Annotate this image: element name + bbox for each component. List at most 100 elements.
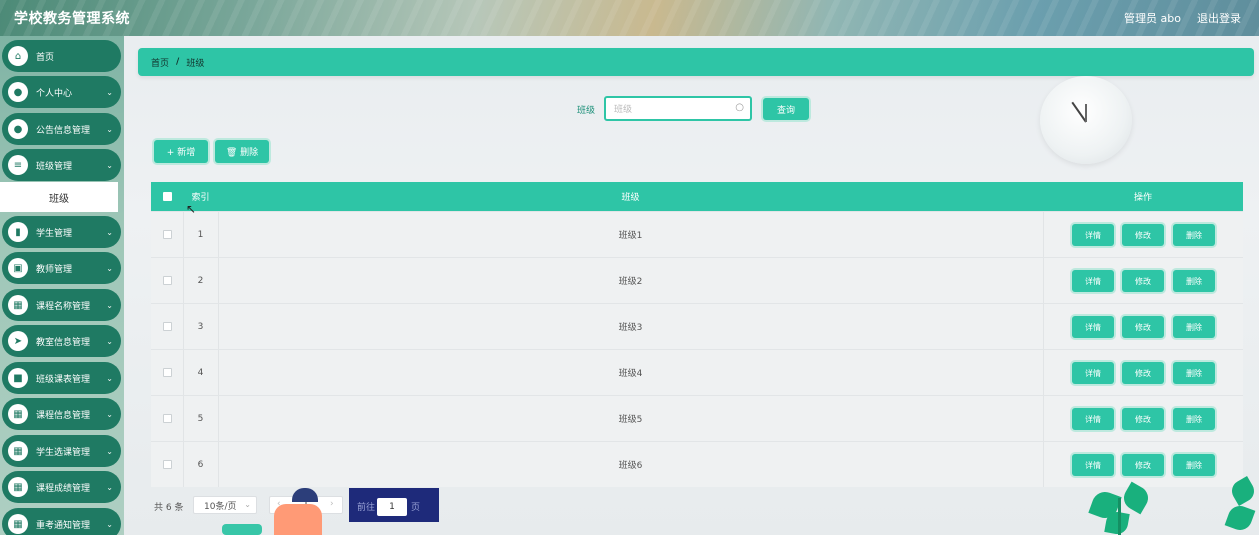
chevron-down-icon: ⌄ <box>106 300 113 310</box>
row-index: 2 <box>197 275 204 286</box>
logout-link[interactable]: 退出登录 <box>1197 10 1241 26</box>
breadcrumb: 首页 / 班级 <box>138 48 1254 76</box>
row-checkbox[interactable] <box>162 276 172 285</box>
sidebar-item-7[interactable]: ➤ 教室信息管理 ⌄ <box>2 325 121 357</box>
edit-button[interactable]: 修改 <box>1122 270 1164 292</box>
sidebar-item-9[interactable]: ▦ 课程信息管理 ⌄ <box>2 398 121 430</box>
table-row: 6 班级6 详情 修改 删除 <box>151 441 1243 487</box>
user-icon: ● <box>8 82 28 102</box>
chevron-down-icon: ⌄ <box>106 336 113 346</box>
row-checkbox[interactable] <box>162 460 172 469</box>
header-user-area: 管理员 abo 退出登录 <box>1124 10 1241 26</box>
sidebar-item-2[interactable]: ● 公告信息管理 ⌄ <box>2 113 121 145</box>
edit-button[interactable]: 修改 <box>1122 362 1164 384</box>
chevron-down-icon: ⌄ <box>106 124 113 134</box>
goto-suffix: 页 <box>411 503 421 513</box>
row-index: 5 <box>197 413 204 424</box>
detail-button[interactable]: 详情 <box>1072 316 1114 338</box>
detail-button[interactable]: 详情 <box>1072 362 1114 384</box>
grid-icon: ▦ <box>8 514 28 534</box>
table-row: 3 班级3 详情 修改 删除 <box>151 303 1243 349</box>
delete-button[interactable]: 删除 <box>1173 408 1215 430</box>
page-size-select[interactable]: 10条/页 ⌄ <box>193 496 257 514</box>
sidebar-item-3[interactable]: ≡ 班级管理 ⌄ <box>2 149 121 181</box>
add-button[interactable]: + 新增 <box>154 140 208 163</box>
goto-page-input[interactable]: 1 <box>377 498 407 516</box>
row-class-name: 班级4 <box>618 369 643 379</box>
search-input[interactable]: 班级 ○ <box>604 96 752 121</box>
table-header: 索引 班级 操作 <box>151 182 1243 211</box>
detail-button[interactable]: 详情 <box>1072 454 1114 476</box>
sidebar-item-11[interactable]: ▦ 课程成绩管理 ⌄ <box>2 471 121 503</box>
delete-button[interactable]: 删除 <box>1173 316 1215 338</box>
briefcase-icon: ▣ <box>8 258 28 278</box>
search-label: 班级 <box>577 106 596 116</box>
sidebar-item-12[interactable]: ▦ 重考通知管理 ⌄ <box>2 508 121 535</box>
row-index: 4 <box>197 367 204 378</box>
mouse-pointer-icon: ↖ <box>186 202 197 216</box>
edit-button[interactable]: 修改 <box>1122 454 1164 476</box>
class-table: 索引 班级 操作 1 班级1 详情 修改 删除 2 班级2 详情 修改 删除 3 班级3 详情 修改 删除 4… <box>151 182 1243 487</box>
chevron-down-icon: ⌄ <box>106 160 113 170</box>
sidebar-item-label: 课程名称管理 <box>36 301 91 312</box>
chevron-down-icon: ⌄ <box>106 373 113 383</box>
sidebar-subitem-class[interactable]: 班级 <box>0 182 118 212</box>
delete-button[interactable]: 删除 <box>1173 362 1215 384</box>
detail-button[interactable]: 详情 <box>1072 224 1114 246</box>
grid-icon: ▦ <box>8 404 28 424</box>
edit-button[interactable]: 修改 <box>1122 224 1164 246</box>
sidebar-item-label: 公告信息管理 <box>36 125 91 136</box>
row-checkbox[interactable] <box>162 230 172 239</box>
sidebar-item-4[interactable]: ▮ 学生管理 ⌄ <box>2 216 121 248</box>
table-row: 4 班级4 详情 修改 删除 <box>151 349 1243 395</box>
select-all-checkbox[interactable] <box>162 192 172 201</box>
sidebar-item-label: 课程成绩管理 <box>36 483 91 494</box>
sidebar-item-8[interactable]: ■ 班级课表管理 ⌄ <box>2 362 121 394</box>
edit-button[interactable]: 修改 <box>1122 316 1164 338</box>
search-icon: ○ <box>735 102 744 113</box>
book-icon: ▮ <box>8 222 28 242</box>
sidebar-item-6[interactable]: ▦ 课程名称管理 ⌄ <box>2 289 121 321</box>
breadcrumb-current: 班级 <box>186 58 205 69</box>
send-icon: ➤ <box>8 331 28 351</box>
row-index: 3 <box>197 321 204 332</box>
chevron-down-icon: ⌄ <box>106 227 113 237</box>
query-button[interactable]: 查询 <box>763 98 809 120</box>
row-checkbox[interactable] <box>162 368 172 377</box>
edit-button[interactable]: 修改 <box>1122 408 1164 430</box>
bulk-delete-button[interactable]: 🗑 删除 <box>215 140 269 163</box>
grid-icon: ▦ <box>8 477 28 497</box>
chevron-down-icon: ⌄ <box>106 446 113 456</box>
grid-icon: ▦ <box>8 295 28 315</box>
row-class-name: 班级5 <box>618 415 643 425</box>
detail-button[interactable]: 详情 <box>1072 270 1114 292</box>
delete-button[interactable]: 删除 <box>1173 270 1215 292</box>
sidebar-item-5[interactable]: ▣ 教师管理 ⌄ <box>2 252 121 284</box>
breadcrumb-home[interactable]: 首页 <box>151 56 169 69</box>
list-icon: ≡ <box>8 155 28 175</box>
chevron-down-icon: ⌄ <box>106 409 113 419</box>
sidebar-item-label: 重考通知管理 <box>36 520 91 531</box>
chevron-down-icon: ⌄ <box>106 263 113 273</box>
delete-button[interactable]: 删除 <box>1173 224 1215 246</box>
detail-button[interactable]: 详情 <box>1072 408 1114 430</box>
breadcrumb-separator: / <box>176 57 180 67</box>
chevron-down-icon: ⌄ <box>244 500 251 509</box>
delete-button[interactable]: 删除 <box>1173 454 1215 476</box>
row-class-name: 班级1 <box>618 231 643 241</box>
sidebar-item-0[interactable]: ⌂ 首页 <box>2 40 121 72</box>
chevron-down-icon: ⌄ <box>106 519 113 529</box>
header-class: 班级 <box>621 193 640 203</box>
chevron-down-icon: ⌄ <box>106 87 113 97</box>
sidebar-item-1[interactable]: ● 个人中心 ⌄ <box>2 76 121 108</box>
row-checkbox[interactable] <box>162 414 172 423</box>
row-checkbox[interactable] <box>162 322 172 331</box>
sidebar-item-10[interactable]: ▦ 学生选课管理 ⌄ <box>2 435 121 467</box>
sidebar-item-label: 班级管理 <box>36 161 73 172</box>
clock-decoration <box>1040 76 1132 164</box>
table-row: 1 班级1 详情 修改 删除 <box>151 211 1243 257</box>
search-placeholder: 班级 <box>614 105 633 115</box>
current-user[interactable]: 管理员 abo <box>1124 10 1181 26</box>
table-row: 5 班级5 详情 修改 删除 <box>151 395 1243 441</box>
row-index: 6 <box>197 459 204 470</box>
